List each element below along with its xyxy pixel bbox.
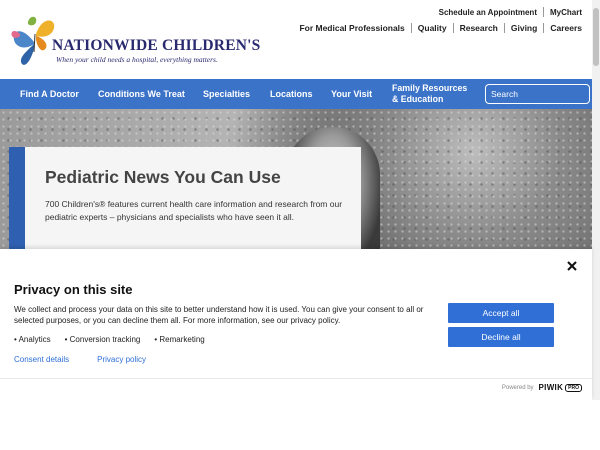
- powered-by-label: Powered by: [501, 384, 534, 391]
- hero-description: 700 Children's® features current health …: [45, 198, 343, 224]
- hero-description-text: 700 Children's® features current health …: [45, 199, 343, 222]
- pro-badge: PRO: [565, 383, 582, 392]
- purpose-conversion-tracking: • Conversion tracking: [64, 335, 141, 344]
- hero-banner: Pediatric News You Can Use 700 Children'…: [0, 109, 592, 249]
- nav-conditions-we-treat[interactable]: Conditions We Treat: [98, 79, 185, 109]
- powered-by-piwik[interactable]: Powered by PIWIK PRO: [502, 383, 582, 392]
- decline-all-button[interactable]: Decline all: [448, 327, 554, 347]
- mychart-link[interactable]: MyChart: [550, 8, 582, 17]
- close-icon[interactable]: [566, 260, 578, 272]
- hero-accent-bar: [9, 147, 25, 249]
- consent-description: We collect and process your data on this…: [14, 305, 424, 325]
- consent-divider: [0, 378, 592, 379]
- schedule-appointment-link[interactable]: Schedule an Appointment: [439, 8, 537, 17]
- consent-title: Privacy on this site: [14, 282, 133, 297]
- nav-family-line2: & Education: [392, 94, 444, 104]
- consent-details-link[interactable]: Consent details: [14, 355, 69, 364]
- link-divider: [542, 7, 544, 17]
- page-scrollbar[interactable]: [592, 0, 600, 400]
- careers-link[interactable]: Careers: [550, 23, 582, 33]
- main-nav: Find A Doctor Conditions We Treat Specia…: [0, 79, 600, 109]
- purpose-remarketing-label: Remarketing: [159, 335, 205, 344]
- link-divider: [543, 23, 545, 33]
- research-link[interactable]: Research: [460, 23, 498, 33]
- piwik-brand: PIWIK: [538, 383, 564, 392]
- hero-card: Pediatric News You Can Use 700 Children'…: [25, 147, 361, 249]
- purpose-remarketing: • Remarketing: [154, 335, 205, 344]
- utility-links: Schedule an Appointment MyChart: [439, 7, 582, 17]
- purpose-analytics-label: Analytics: [18, 335, 51, 344]
- purpose-analytics: • Analytics: [14, 335, 51, 344]
- page-blank-area: [0, 400, 600, 450]
- logo-wordmark: NATIONWIDE CHILDREN'S: [52, 37, 261, 54]
- site-header: NATIONWIDE CHILDREN'S When your child ne…: [0, 0, 600, 79]
- purpose-conversion-label: Conversion tracking: [69, 335, 141, 344]
- privacy-consent-banner: Privacy on this site We collect and proc…: [0, 249, 592, 400]
- nav-family-line1: Family Resources: [392, 83, 468, 93]
- search-input[interactable]: [486, 85, 600, 103]
- secondary-links: For Medical Professionals Quality Resear…: [299, 23, 582, 33]
- nav-family-resources[interactable]: Family Resources & Education: [392, 79, 467, 109]
- medical-professionals-link[interactable]: For Medical Professionals: [299, 23, 404, 33]
- nationwide-childrens-logo[interactable]: NATIONWIDE CHILDREN'S When your child ne…: [8, 12, 260, 68]
- link-divider: [503, 23, 505, 33]
- scrollbar-thumb[interactable]: [593, 8, 599, 66]
- accept-all-button[interactable]: Accept all: [448, 303, 554, 323]
- nav-find-a-doctor[interactable]: Find A Doctor: [20, 79, 79, 109]
- nav-your-visit[interactable]: Your Visit: [331, 79, 372, 109]
- link-divider: [452, 23, 454, 33]
- privacy-policy-link[interactable]: Privacy policy: [97, 355, 146, 364]
- nav-locations[interactable]: Locations: [270, 79, 313, 109]
- logo-tagline: When your child needs a hospital, everyt…: [56, 55, 218, 64]
- quality-link[interactable]: Quality: [418, 23, 447, 33]
- giving-link[interactable]: Giving: [511, 23, 537, 33]
- link-divider: [410, 23, 412, 33]
- consent-purposes: • Analytics • Conversion tracking • Rema…: [14, 335, 219, 344]
- hero-title: Pediatric News You Can Use: [45, 167, 281, 187]
- nav-specialties[interactable]: Specialties: [203, 79, 250, 109]
- search-box: [485, 84, 600, 104]
- consent-links: Consent details Privacy policy: [14, 355, 174, 364]
